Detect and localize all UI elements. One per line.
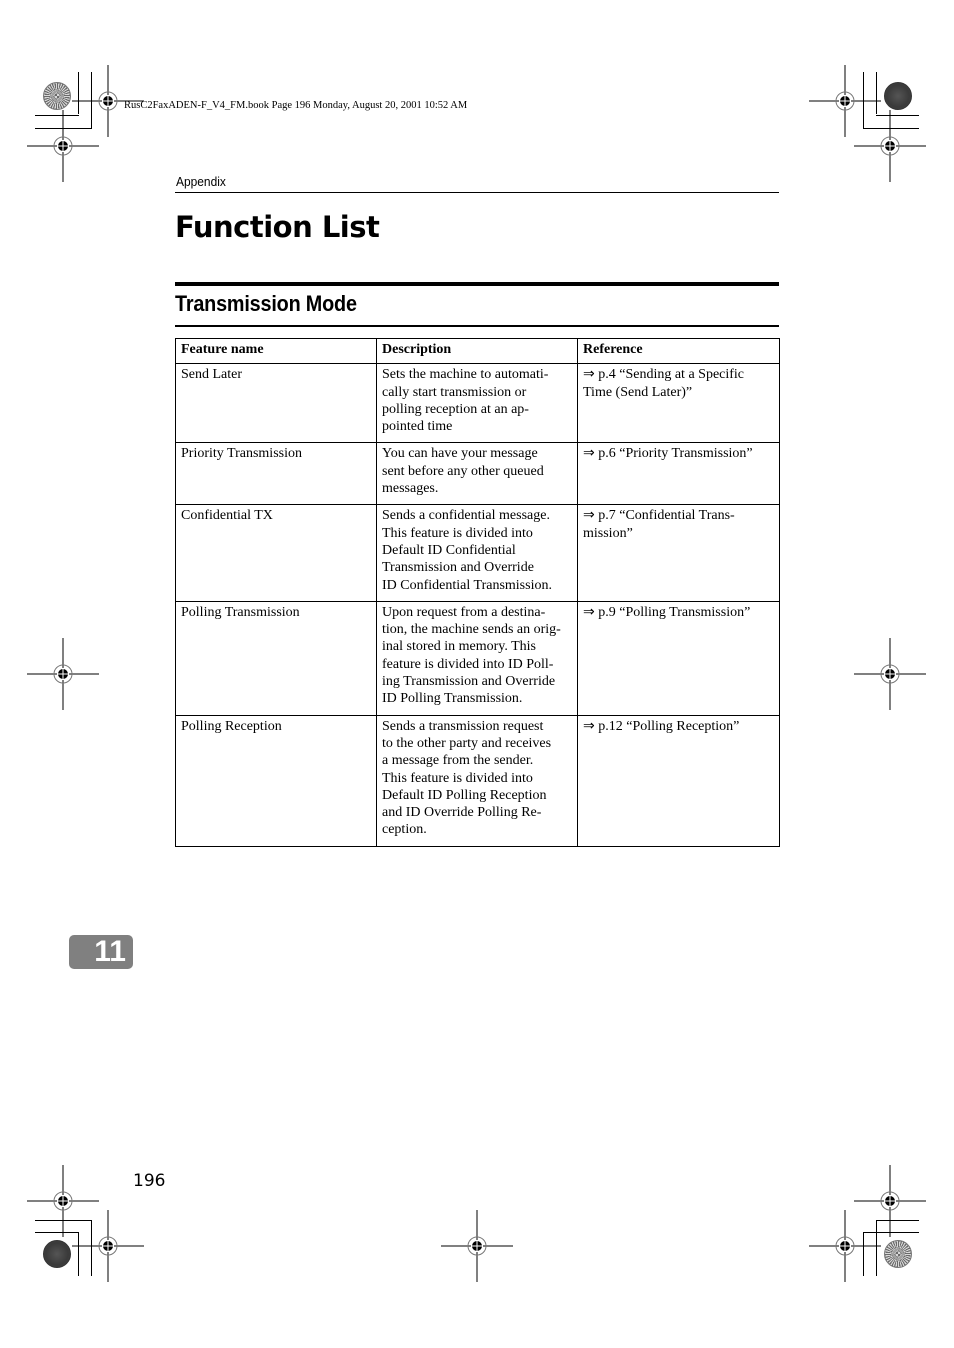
registration-target-icon	[853, 1164, 927, 1238]
reference-link[interactable]: ⇒ p.4 “Sending at a Specific Time (Send …	[577, 363, 780, 444]
registration-target-icon	[71, 1209, 145, 1283]
description-cell: Sends a transmission request to the othe…	[376, 714, 578, 847]
feature-name-cell: Polling Transmission	[175, 600, 377, 716]
table-row: Polling Transmission Upon request from a…	[175, 600, 780, 716]
print-metadata: RusC2FaxADEN-F_V4_FM.book Page 196 Monda…	[124, 100, 468, 111]
section-rule-top	[175, 282, 779, 286]
chapter-number: 11	[94, 935, 126, 968]
description-cell: Upon request from a destina- tion, the m…	[376, 600, 578, 716]
description-cell: You can have your message sent before an…	[376, 442, 578, 506]
registration-target-icon	[808, 1209, 882, 1283]
description-cell: Sends a confidential message. This featu…	[376, 504, 578, 602]
column-header-description: Description	[376, 337, 578, 365]
registration-target-icon	[440, 1209, 514, 1283]
table-row: Polling Reception Sends a transmission r…	[175, 714, 780, 847]
function-table: Feature name Description Reference Send …	[175, 337, 780, 847]
table-row: Confidential TX Sends a confidential mes…	[175, 504, 780, 602]
column-header-reference: Reference	[577, 337, 780, 365]
reference-link[interactable]: ⇒ p.9 “Polling Transmission”	[577, 600, 780, 716]
table-row: Send Later Sets the machine to automati-…	[175, 363, 780, 444]
registration-target-icon	[26, 109, 100, 183]
description-cell: Sets the machine to automati- cally star…	[376, 363, 578, 444]
feature-name-cell: Send Later	[175, 363, 377, 444]
table-header-row: Feature name Description Reference	[175, 337, 780, 365]
page-title: Function List	[175, 210, 380, 244]
feature-name-cell: Confidential TX	[175, 504, 377, 602]
chapter-tab: 11	[69, 935, 133, 969]
reference-link[interactable]: ⇒ p.6 “Priority Transmission”	[577, 442, 780, 506]
reference-link[interactable]: ⇒ p.12 “Polling Reception”	[577, 714, 780, 847]
running-head: Appendix	[176, 174, 226, 189]
registration-target-icon	[808, 64, 882, 138]
table-row: Priority Transmission You can have your …	[175, 442, 780, 506]
feature-name-cell: Priority Transmission	[175, 442, 377, 506]
column-header-feature-name: Feature name	[175, 337, 377, 365]
section-title: Transmission Mode	[175, 291, 357, 316]
reference-link[interactable]: ⇒ p.7 “Confidential Trans- mission”	[577, 504, 780, 602]
registration-target-icon	[853, 637, 927, 711]
feature-name-cell: Polling Reception	[175, 714, 377, 847]
registration-target-icon	[26, 1164, 100, 1238]
running-head-rule	[175, 192, 779, 193]
registration-target-icon	[853, 109, 927, 183]
registration-target-icon	[26, 637, 100, 711]
section-rule-bottom	[175, 325, 779, 327]
page-number: 196	[133, 1171, 166, 1191]
